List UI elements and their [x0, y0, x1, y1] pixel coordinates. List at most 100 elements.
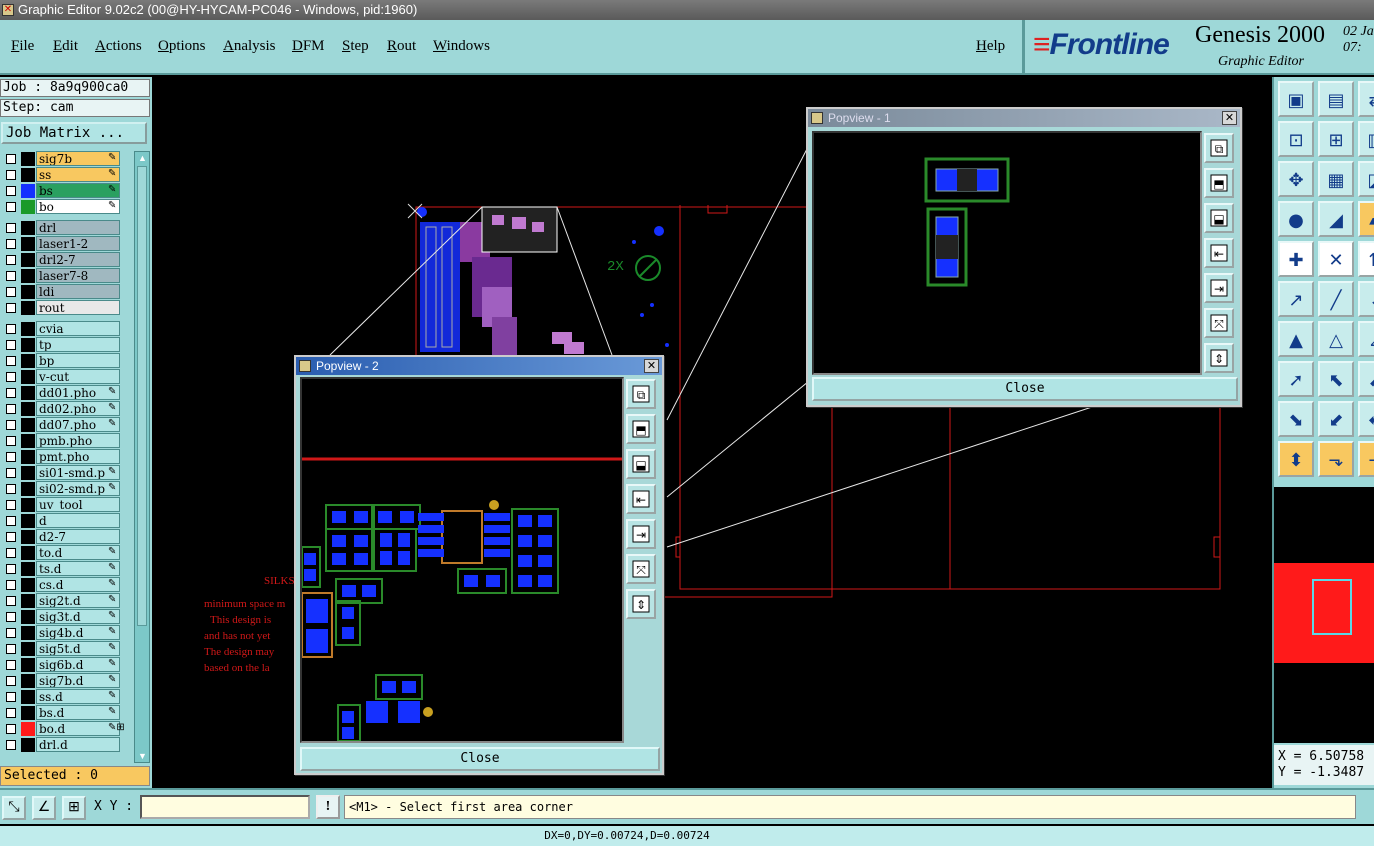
tool-button[interactable]: ⬉	[1318, 361, 1354, 397]
layer-checkbox[interactable]	[6, 287, 16, 297]
layer-color-swatch[interactable]	[21, 354, 35, 368]
tool-button[interactable]: ⬈	[1358, 361, 1374, 397]
layer-checkbox[interactable]	[6, 223, 16, 233]
scroll-down-icon[interactable]: ▼	[138, 751, 147, 761]
layer-color-swatch[interactable]	[21, 642, 35, 656]
layer-name[interactable]: uv_tool	[36, 497, 120, 512]
layer-color-swatch[interactable]	[21, 674, 35, 688]
layer-checkbox[interactable]	[6, 186, 16, 196]
tool-button[interactable]: ▣	[1278, 81, 1314, 117]
layer-color-swatch[interactable]	[21, 546, 35, 560]
layer-color-swatch[interactable]	[21, 690, 35, 704]
zoom-area-icon[interactable]: ⤡	[2, 796, 26, 820]
layer-color-swatch[interactable]	[21, 237, 35, 251]
layer-color-swatch[interactable]	[21, 578, 35, 592]
layer-checkbox[interactable]	[6, 708, 16, 718]
layer-checkbox[interactable]	[6, 612, 16, 622]
tool-button[interactable]: ◢	[1318, 201, 1354, 237]
scroll-thumb[interactable]	[137, 166, 147, 626]
layer-checkbox[interactable]	[6, 154, 16, 164]
menu-step[interactable]: Step	[342, 38, 369, 55]
layer-row[interactable]: bo ✎	[0, 199, 132, 215]
menu-rout[interactable]: Rout	[387, 38, 416, 55]
layer-checkbox[interactable]	[6, 202, 16, 212]
tool-button[interactable]: ↗	[1278, 281, 1314, 317]
layer-row[interactable]: ts.d ✎	[0, 561, 132, 577]
layer-color-swatch[interactable]	[21, 338, 35, 352]
layer-checkbox[interactable]	[6, 484, 16, 494]
layer-row[interactable]: pmb.pho	[0, 433, 132, 449]
layer-color-swatch[interactable]	[21, 418, 35, 432]
layer-row[interactable]: d2-7	[0, 529, 132, 545]
popview-1-view-button[interactable]: ⬒	[1204, 168, 1234, 198]
layer-name[interactable]: drl.d	[36, 737, 120, 752]
layer-checkbox[interactable]	[6, 420, 16, 430]
layer-color-swatch[interactable]	[21, 498, 35, 512]
popview-1-view-button[interactable]: ⧉	[1204, 133, 1234, 163]
tool-button[interactable]: ⊞	[1318, 121, 1354, 157]
layer-name[interactable]: v-cut	[36, 369, 120, 384]
tool-button[interactable]: ▲	[1278, 321, 1314, 357]
layer-color-swatch[interactable]	[21, 738, 35, 752]
layer-scrollbar[interactable]: ▲ ▼	[134, 151, 150, 763]
layer-checkbox[interactable]	[6, 644, 16, 654]
layer-checkbox[interactable]	[6, 724, 16, 734]
layer-name[interactable]: rout	[36, 300, 120, 315]
layer-row[interactable]: sig7b.d ✎	[0, 673, 132, 689]
layer-row[interactable]: bo.d ✎⊞	[0, 721, 132, 737]
layer-color-swatch[interactable]	[21, 402, 35, 416]
tool-button[interactable]: ⊡	[1278, 121, 1314, 157]
layer-row[interactable]: dd01.pho ✎	[0, 385, 132, 401]
menu-options[interactable]: Options	[158, 38, 206, 55]
layer-row[interactable]: sig7b ✎	[0, 151, 132, 167]
tool-button[interactable]: ▰	[1358, 201, 1374, 237]
layer-row[interactable]: laser1-2	[0, 236, 132, 252]
layer-row[interactable]: ss.d ✎	[0, 689, 132, 705]
tool-button[interactable]: ➚	[1278, 361, 1314, 397]
layer-checkbox[interactable]	[6, 580, 16, 590]
layer-color-swatch[interactable]	[21, 466, 35, 480]
tool-button[interactable]: ⬌	[1358, 401, 1374, 437]
layer-checkbox[interactable]	[6, 436, 16, 446]
layer-row[interactable]: cs.d ✎	[0, 577, 132, 593]
layer-name[interactable]: laser1-2	[36, 236, 120, 251]
layer-row[interactable]: dd07.pho ✎	[0, 417, 132, 433]
layer-color-swatch[interactable]	[21, 706, 35, 720]
layer-row[interactable]: sig5t.d ✎	[0, 641, 132, 657]
layer-name[interactable]: d2-7	[36, 529, 120, 544]
layer-row[interactable]: d	[0, 513, 132, 529]
popview-1-close-button[interactable]: Close	[812, 377, 1238, 401]
measure-icon[interactable]: ∠	[32, 796, 56, 820]
layer-row[interactable]: ss ✎	[0, 167, 132, 183]
popview-1-titlebar[interactable]: Popview - 1 ✕	[808, 109, 1240, 127]
popview-2-view-button[interactable]: ⬒	[626, 414, 656, 444]
minimap-viewport[interactable]	[1312, 579, 1352, 635]
layer-row[interactable]: drl.d	[0, 737, 132, 753]
popview-2-close-button[interactable]: Close	[300, 747, 660, 771]
tool-button[interactable]: ▦	[1318, 161, 1354, 197]
menu-analysis[interactable]: Analysis	[223, 38, 276, 55]
popview-1-close-icon[interactable]: ✕	[1222, 111, 1237, 125]
layer-color-swatch[interactable]	[21, 152, 35, 166]
menu-edit[interactable]: Edit	[53, 38, 78, 55]
menu-dfm[interactable]: DFM	[292, 38, 325, 55]
layer-checkbox[interactable]	[6, 388, 16, 398]
layer-name[interactable]: drl2-7	[36, 252, 120, 267]
layer-name[interactable]: tp	[36, 337, 120, 352]
layer-color-swatch[interactable]	[21, 301, 35, 315]
tool-button[interactable]: ⇣	[1358, 281, 1374, 317]
tool-button[interactable]: ⬋	[1318, 401, 1354, 437]
layer-checkbox[interactable]	[6, 468, 16, 478]
layer-row[interactable]: si02-smd.p ✎	[0, 481, 132, 497]
layer-row[interactable]: uv_tool	[0, 497, 132, 513]
layer-row[interactable]: sig4b.d ✎	[0, 625, 132, 641]
layer-checkbox[interactable]	[6, 271, 16, 281]
layer-row[interactable]: bp	[0, 353, 132, 369]
layer-row[interactable]: cvia	[0, 321, 132, 337]
layer-name[interactable]: d	[36, 513, 120, 528]
popview-1-canvas[interactable]	[812, 131, 1202, 375]
layer-color-swatch[interactable]	[21, 658, 35, 672]
layer-color-swatch[interactable]	[21, 434, 35, 448]
menu-file[interactable]: File	[11, 38, 34, 55]
tool-button[interactable]: ✕	[1318, 241, 1354, 277]
